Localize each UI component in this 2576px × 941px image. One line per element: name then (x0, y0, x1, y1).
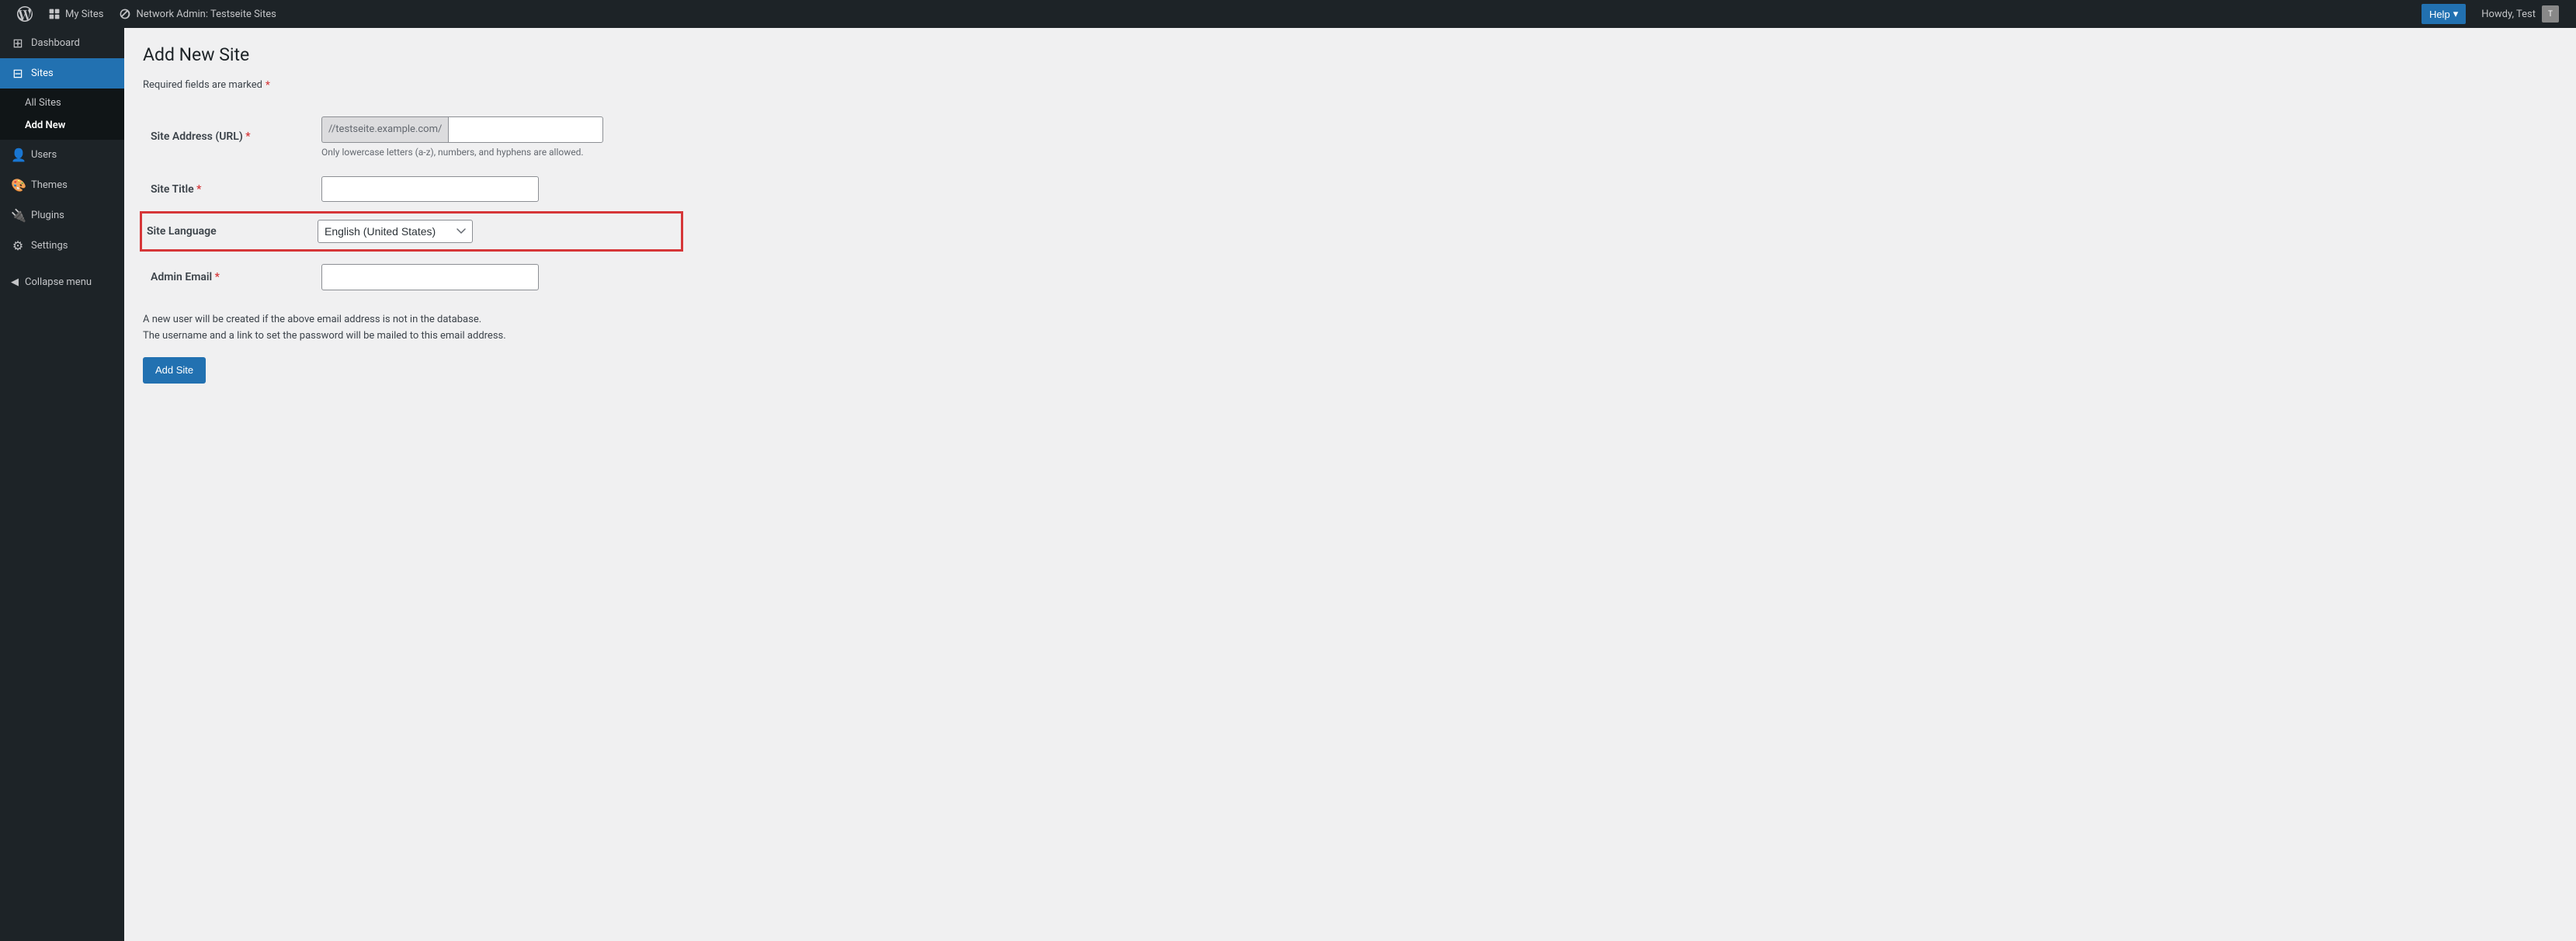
site-language-highlight-wrapper: Site Language English (United States)Ger… (140, 211, 2560, 252)
site-url-input[interactable] (448, 116, 603, 143)
my-sites-icon (48, 8, 61, 20)
wp-logo-item[interactable] (9, 0, 40, 28)
network-admin-icon (119, 8, 131, 20)
admin-bar-left: My Sites Network Admin: Testseite Sites (9, 0, 284, 28)
help-label: Help (2429, 9, 2450, 20)
site-language-select[interactable]: English (United States)GermanFrenchSpani… (318, 220, 473, 243)
required-star: * (266, 79, 270, 92)
url-hint: Only lowercase letters (a-z), numbers, a… (321, 147, 2550, 158)
sidebar-item-dashboard-label: Dashboard (31, 37, 80, 49)
site-title-label: Site Title * (151, 183, 201, 196)
admin-email-row: Admin Email * (143, 255, 2557, 300)
my-sites-label: My Sites (65, 9, 103, 20)
note-line-2: The username and a link to set the passw… (143, 328, 2557, 345)
sidebar-item-settings[interactable]: ⚙ Settings (0, 231, 124, 261)
help-chevron-icon: ▾ (2453, 8, 2459, 20)
collapse-menu-item[interactable]: ◀ Collapse menu (0, 269, 124, 296)
sidebar-item-sites[interactable]: ⊟ Sites (0, 58, 124, 89)
sidebar-item-plugins[interactable]: 🔌 Plugins (0, 200, 124, 231)
help-button[interactable]: Help ▾ (2422, 4, 2466, 24)
collapse-menu-label: Collapse menu (25, 276, 92, 288)
site-language-label: Site Language (147, 225, 318, 238)
wp-logo-icon (17, 6, 33, 22)
sidebar-sub-sites: All Sites Add New (0, 89, 124, 140)
sidebar-item-users-label: Users (31, 149, 57, 161)
sidebar-item-themes[interactable]: 🎨 Themes (0, 170, 124, 200)
sidebar-item-sites-label: Sites (31, 68, 54, 79)
sidebar-item-settings-label: Settings (31, 240, 68, 252)
url-prefix: //testseite.example.com/ (321, 116, 448, 143)
page-title: Add New Site (143, 43, 2557, 67)
sidebar: ⊞ Dashboard ⊟ Sites All Sites Add New 👤 … (0, 28, 124, 941)
form-table-email: Admin Email * (143, 255, 2557, 300)
howdy-item[interactable]: Howdy, Test T (2474, 0, 2567, 28)
site-language-row-highlighted: Site Language English (United States)Ger… (140, 211, 683, 252)
admin-bar: My Sites Network Admin: Testseite Sites … (0, 0, 2576, 28)
add-site-button[interactable]: Add Site (143, 357, 206, 384)
admin-email-label: Admin Email * (151, 271, 220, 283)
plugins-icon: 🔌 (11, 208, 25, 223)
main-layout: ⊞ Dashboard ⊟ Sites All Sites Add New 👤 … (0, 28, 2576, 941)
admin-email-required-star: * (215, 271, 220, 283)
my-sites-item[interactable]: My Sites (40, 0, 111, 28)
dashboard-icon: ⊞ (11, 36, 25, 50)
site-title-required-star: * (196, 183, 201, 196)
sidebar-item-themes-label: Themes (31, 179, 68, 191)
sites-icon: ⊟ (11, 66, 25, 81)
collapse-icon: ◀ (11, 276, 19, 288)
site-language-field-wrap: English (United States)GermanFrenchSpani… (318, 220, 676, 243)
site-address-required-star: * (245, 130, 250, 143)
url-field-wrap: //testseite.example.com/ (321, 116, 2550, 143)
required-notice-text: Required fields are marked (143, 79, 262, 91)
users-icon: 👤 (11, 148, 25, 162)
admin-bar-right: Help ▾ Howdy, Test T (2414, 0, 2567, 28)
sidebar-item-users[interactable]: 👤 Users (0, 140, 124, 170)
sidebar-item-add-new[interactable]: Add New (0, 114, 124, 137)
sidebar-item-plugins-label: Plugins (31, 210, 64, 221)
site-address-label: Site Address (URL) * (151, 130, 251, 143)
avatar: T (2542, 5, 2559, 23)
sidebar-item-all-sites[interactable]: All Sites (0, 92, 124, 114)
site-title-row: Site Title * (143, 167, 2557, 212)
note-line-1: A new user will be created if the above … (143, 312, 2557, 328)
sidebar-item-dashboard[interactable]: ⊞ Dashboard (0, 28, 124, 58)
settings-icon: ⚙ (11, 238, 25, 253)
admin-email-input[interactable] (321, 264, 539, 290)
network-admin-item[interactable]: Network Admin: Testseite Sites (111, 0, 283, 28)
content-area: Add New Site Required fields are marked … (124, 28, 2576, 941)
howdy-label: Howdy, Test (2481, 9, 2536, 20)
site-address-row: Site Address (URL) * //testseite.example… (143, 107, 2557, 167)
network-admin-label: Network Admin: Testseite Sites (136, 9, 276, 20)
required-notice: Required fields are marked * (143, 79, 2557, 92)
themes-icon: 🎨 (11, 178, 25, 193)
note-text: A new user will be created if the above … (143, 312, 2557, 345)
site-title-input[interactable] (321, 176, 539, 203)
form-table: Site Address (URL) * //testseite.example… (143, 107, 2557, 212)
